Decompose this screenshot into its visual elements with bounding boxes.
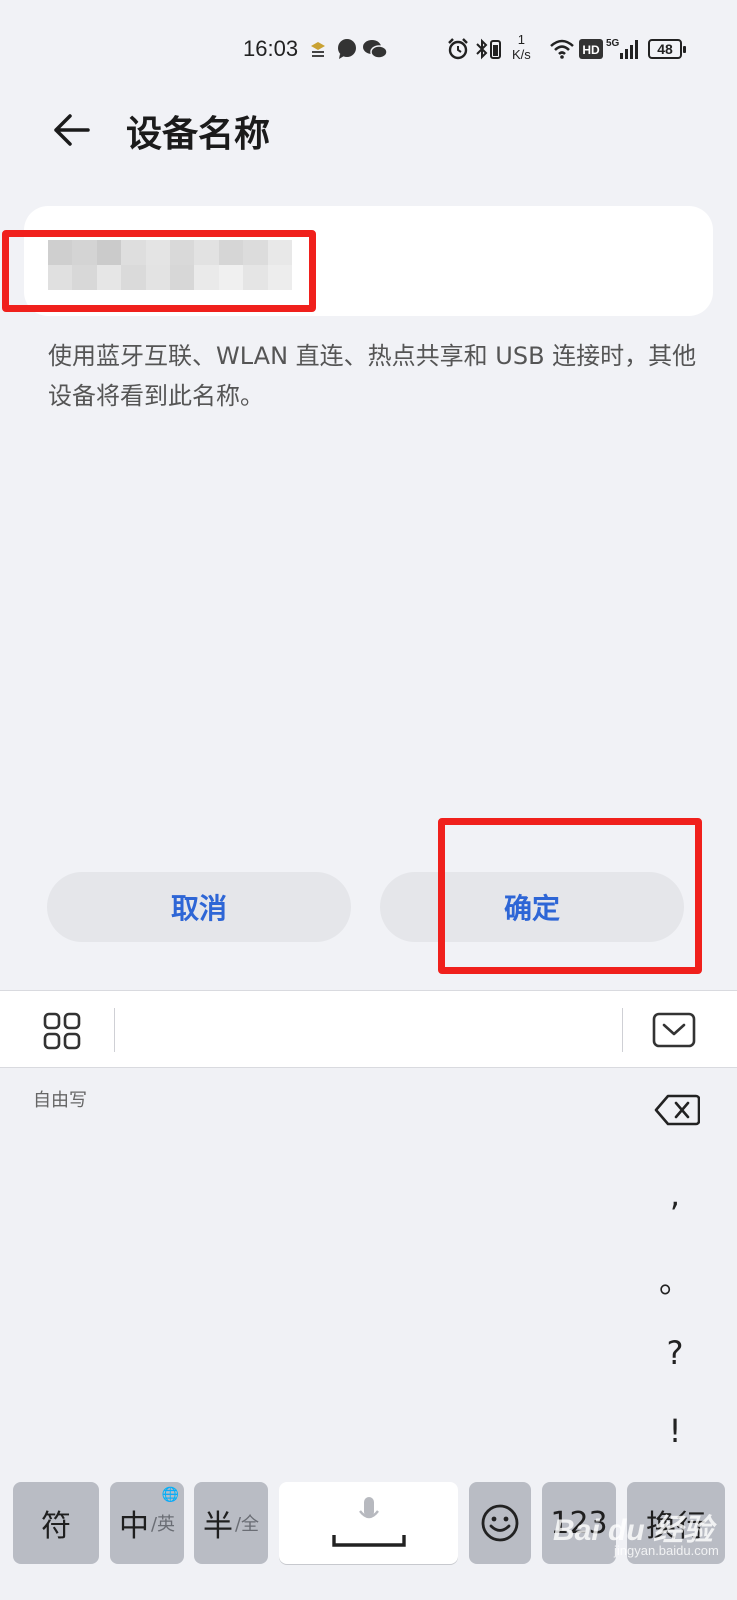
net-speed-value: 1 [517,32,526,47]
status-bar: 16:03 1 K/s HD 5G 48 [0,0,737,100]
globe-icon: 🌐 [161,1487,179,1503]
back-arrow-icon[interactable] [50,108,94,152]
keyboard-hide-icon[interactable] [652,1012,696,1048]
device-name-hint: 使用蓝牙互联、WLAN 直连、热点共享和 USB 连接时，其他设备将看到此名称。 [48,342,697,410]
width-alt-label: /全 [234,1514,260,1535]
emoji-icon [481,1504,519,1542]
keyboard-toolbar [0,990,737,1068]
lang-alt-label: /英 [150,1514,176,1535]
message-icon [338,39,356,59]
cancel-button[interactable]: 取消 [47,872,351,942]
emoji-key[interactable] [469,1482,531,1564]
alarm-icon [448,38,468,60]
punct-period-key[interactable]: 。 [640,1256,710,1302]
backspace-icon[interactable] [654,1094,700,1126]
network-speed: 1 K/s [512,32,531,62]
battery-indicator: 48 [648,39,686,59]
symbol-key-label: 符 [41,1509,71,1544]
width-main-label: 半 [202,1509,233,1544]
lang-switch-key[interactable]: 🌐 中/英 [110,1482,184,1564]
wechat-icon [363,40,388,59]
keyboard-menu-grid-icon[interactable] [42,1011,82,1051]
bluetooth-icon [476,38,501,60]
net-speed-unit: K/s [512,47,531,62]
notification-app-icon [311,42,325,57]
punct-question-key[interactable]: ? [640,1334,710,1372]
symbol-key[interactable]: 符 [13,1482,99,1564]
hd-voice-icon: HD [579,39,603,59]
wifi-icon [550,39,574,59]
status-time: 16:03 [243,36,299,61]
baidu-watermark-url: jingyan.baidu.com [614,1543,719,1558]
cellular-signal-icon: 5G [606,38,638,59]
signal-label: 5G [606,38,620,49]
lang-main-label: 中 [118,1509,149,1544]
highlight-box-name [2,230,316,312]
toolbar-divider-left [114,1008,115,1052]
highlight-box-confirm [438,818,702,974]
space-key[interactable] [279,1482,458,1564]
punct-exclaim-key[interactable]: ! [640,1412,710,1450]
toolbar-divider-right [622,1008,623,1052]
width-switch-key[interactable]: 半/全 [194,1482,268,1564]
hd-label: HD [582,43,600,57]
page-title: 设备名称 [126,114,271,155]
freewrite-label: 自由写 [33,1090,87,1111]
voice-space-icon [331,1497,406,1547]
punct-comma-key[interactable]: , [640,1176,710,1214]
